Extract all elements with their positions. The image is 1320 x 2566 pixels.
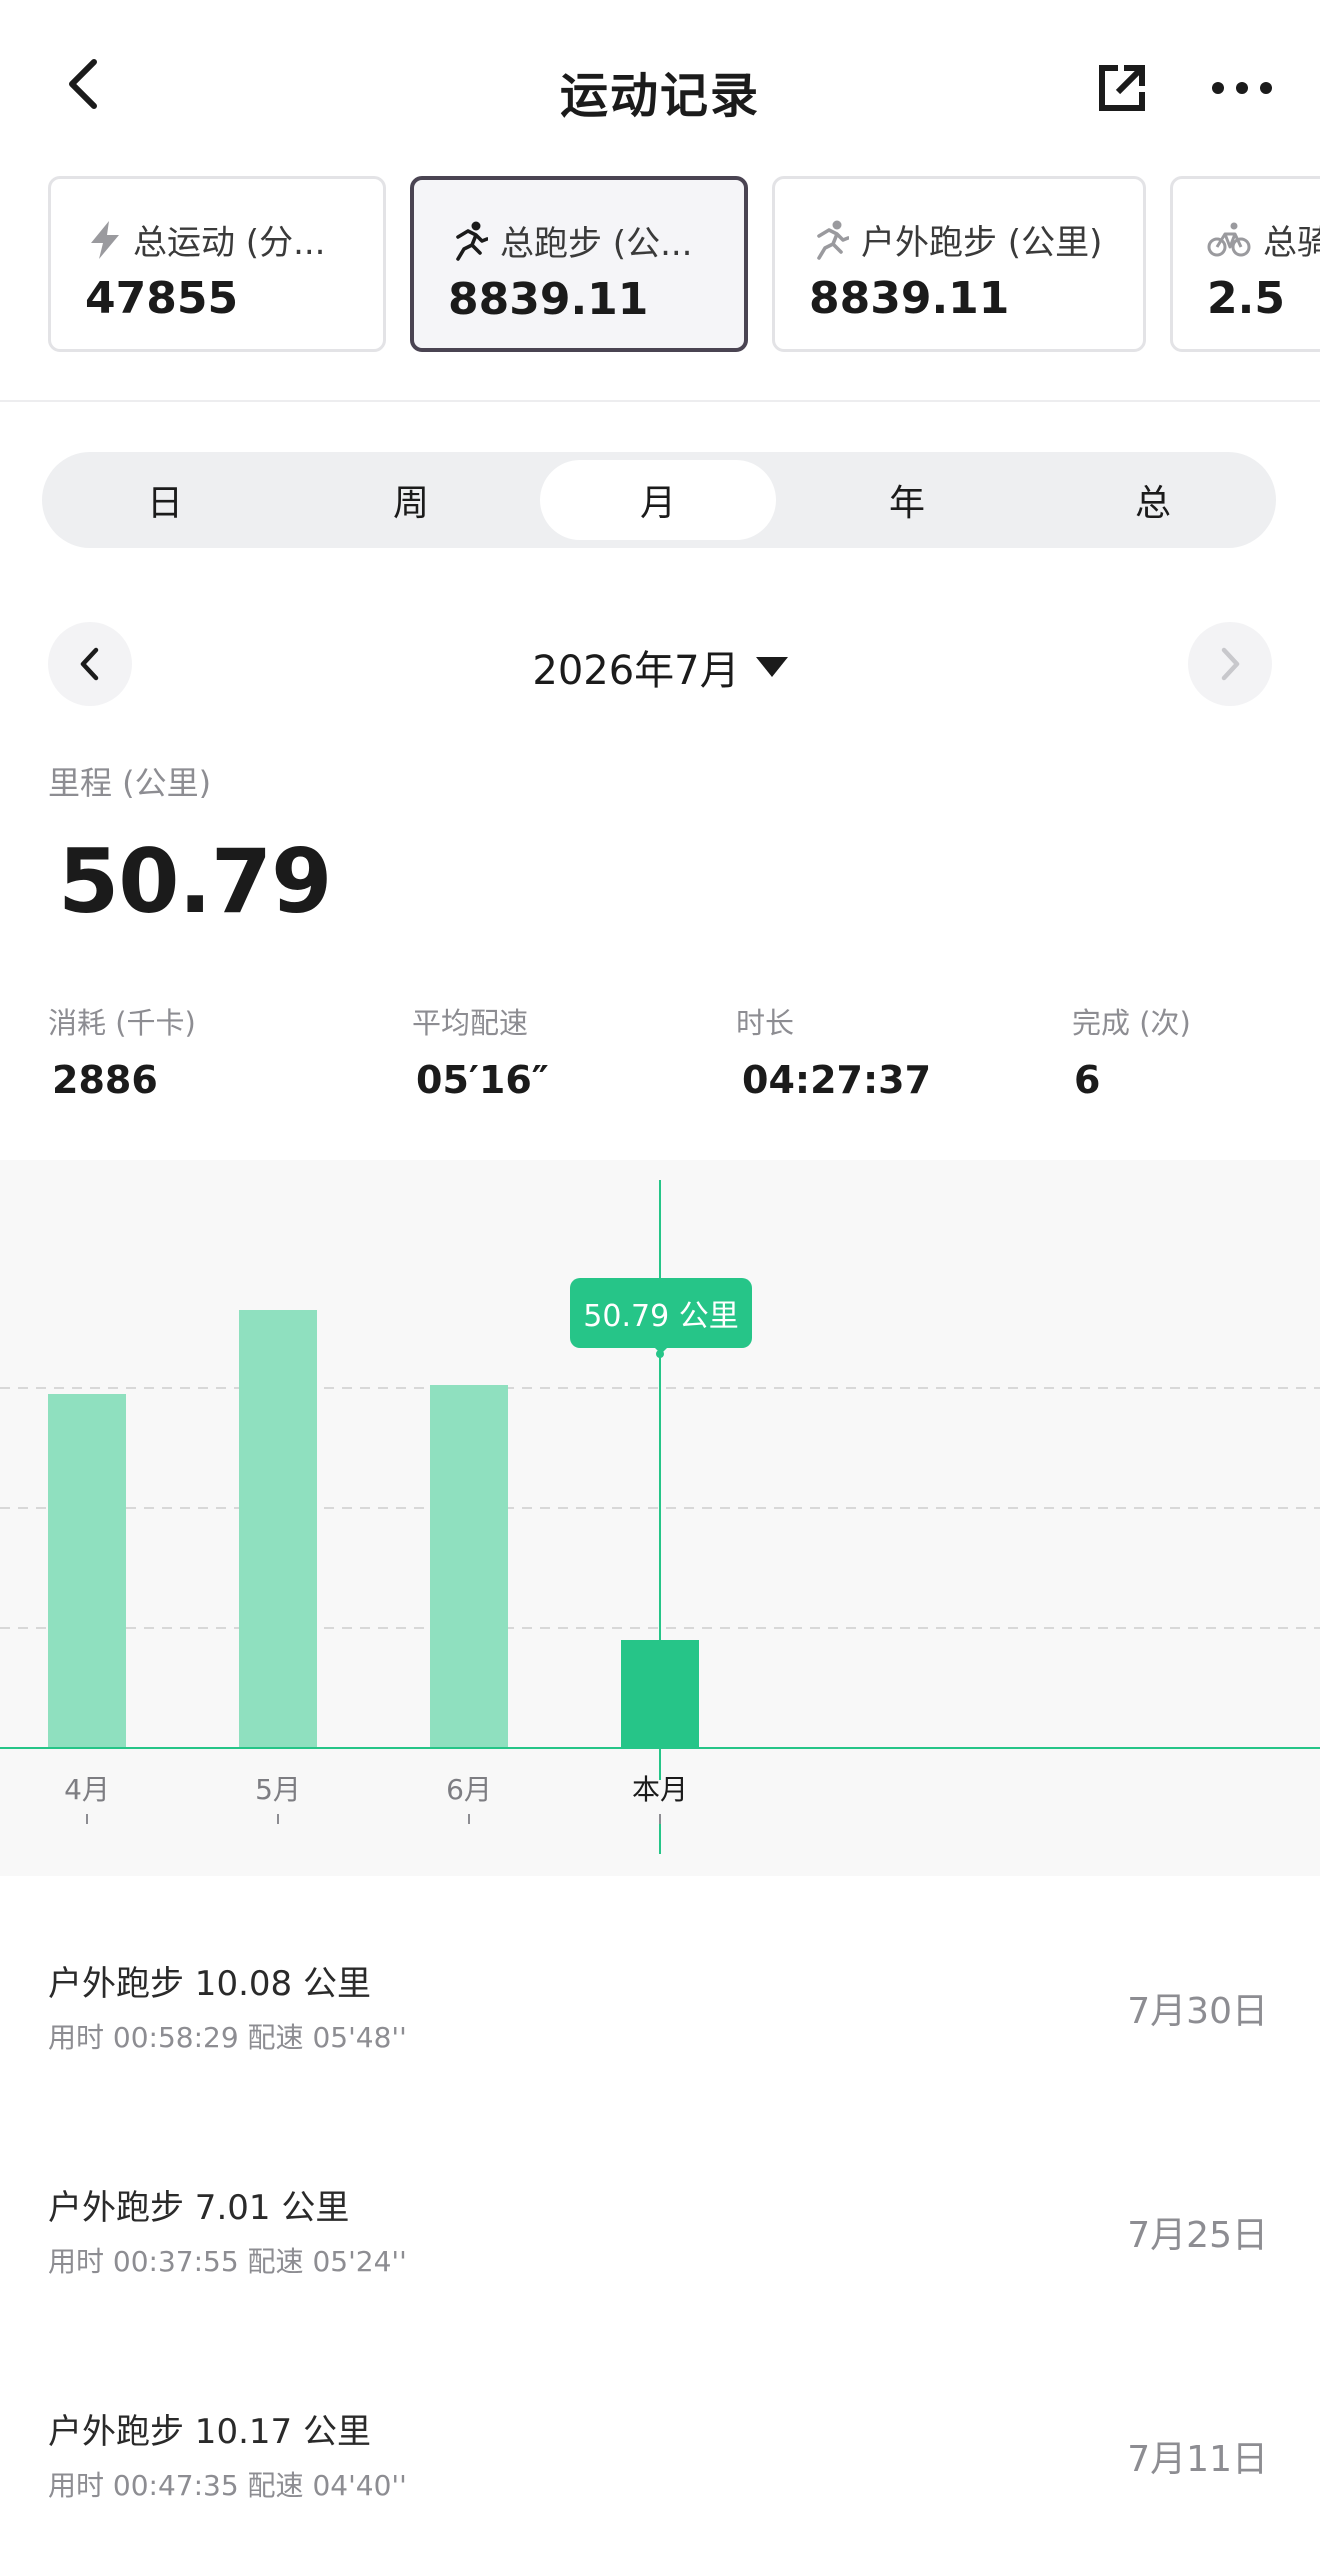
card-value: 2.5 [1207, 273, 1285, 324]
page: 运动记录 总运动 (分... 47855 总跑步 (公... 8839.11 户… [0, 0, 1320, 2566]
share-button[interactable] [1092, 58, 1152, 118]
distance-label: 里程 (公里) [48, 764, 212, 802]
card-label: 户外跑步 (公里) [861, 223, 1103, 263]
bicycle-icon [1207, 222, 1251, 258]
record-title: 户外跑步 10.08 公里 [48, 1964, 371, 2004]
date-label: 2026年7月 [532, 648, 740, 694]
segment-year[interactable]: 年 [784, 452, 1030, 548]
segment-week[interactable]: 周 [288, 452, 534, 548]
record-detail: 用时 00:58:29 配速 05'48'' [48, 2021, 407, 2054]
card-value: 8839.11 [809, 273, 1010, 324]
list-item[interactable]: 户外跑步 10.08 公里 用时 00:58:29 配速 05'48'' 7月3… [0, 1896, 1320, 2120]
share-external-icon [1099, 65, 1145, 111]
chart-tooltip: 50.79 公里 [570, 1278, 752, 1348]
list-item[interactable]: 户外跑步 10.17 公里 用时 00:47:35 配速 04'40'' 7月1… [0, 2344, 1320, 2566]
more-dots-icon [1212, 82, 1272, 94]
record-date: 7月30日 [1127, 1991, 1268, 2032]
card-outdoor-running[interactable]: 户外跑步 (公里) 8839.11 [772, 176, 1146, 352]
card-value: 47855 [85, 273, 239, 324]
period-segmented-control: 日 周 月 年 总 [42, 452, 1276, 548]
divider [0, 400, 1320, 402]
segment-day[interactable]: 日 [42, 452, 288, 548]
record-date: 7月25日 [1127, 2215, 1268, 2256]
completed-label: 完成 (次) [1072, 1006, 1191, 1040]
duration-value: 04:27:37 [742, 1058, 932, 1102]
card-total-cycling[interactable]: 总骑 2.5 [1170, 176, 1320, 352]
segment-month[interactable]: 月 [540, 460, 776, 540]
avg-pace-label: 平均配速 [412, 1006, 529, 1040]
chart-bar[interactable] [239, 1310, 317, 1748]
avg-pace-value: 05′16″ [416, 1058, 549, 1102]
duration-label: 时长 [736, 1006, 795, 1040]
completed-value: 6 [1074, 1058, 1101, 1102]
card-label: 总运动 (分... [133, 223, 326, 263]
card-total-exercise[interactable]: 总运动 (分... 47855 [48, 176, 386, 352]
x-axis-label: 本月 [631, 1773, 688, 1806]
x-axis-label: 4月 [64, 1773, 110, 1806]
card-label: 总跑步 (公... [500, 224, 693, 264]
runner-icon [813, 220, 849, 260]
chart-bar[interactable] [621, 1640, 699, 1748]
tooltip-arrow [653, 1346, 669, 1354]
app-header: 运动记录 [0, 0, 1320, 170]
record-title: 户外跑步 10.17 公里 [48, 2412, 371, 2452]
record-title: 户外跑步 7.01 公里 [48, 2188, 350, 2228]
list-item[interactable]: 户外跑步 7.01 公里 用时 00:37:55 配速 05'24'' 7月25… [0, 2120, 1320, 2344]
runner-icon [452, 221, 488, 261]
next-period-button[interactable] [1188, 622, 1272, 706]
record-detail: 用时 00:37:55 配速 05'24'' [48, 2245, 407, 2278]
card-label: 总骑 [1263, 223, 1320, 263]
card-total-running[interactable]: 总跑步 (公... 8839.11 [410, 176, 748, 352]
monthly-distance-chart[interactable]: 50.79 公里 4月 5月 6月 本月 [0, 1160, 1320, 1876]
record-date: 7月11日 [1127, 2439, 1268, 2480]
x-axis-label: 6月 [446, 1773, 492, 1806]
chart-bar[interactable] [430, 1385, 508, 1748]
more-button[interactable] [1206, 58, 1278, 118]
caret-down-icon [755, 657, 788, 677]
record-detail: 用时 00:47:35 配速 04'40'' [48, 2469, 407, 2502]
segment-total[interactable]: 总 [1030, 452, 1276, 548]
metric-card-strip: 总运动 (分... 47855 总跑步 (公... 8839.11 户外跑步 (… [0, 176, 1320, 356]
card-value: 8839.11 [448, 274, 649, 325]
distance-value: 50.79 [58, 830, 332, 933]
lightning-icon [89, 220, 121, 259]
x-axis-label: 5月 [255, 1773, 301, 1806]
chart-bar[interactable] [48, 1394, 126, 1748]
chevron-right-icon [1221, 647, 1240, 681]
calories-label: 消耗 (千卡) [48, 1006, 196, 1040]
calories-value: 2886 [52, 1058, 158, 1102]
date-picker[interactable]: 2026年7月 [0, 638, 1320, 696]
